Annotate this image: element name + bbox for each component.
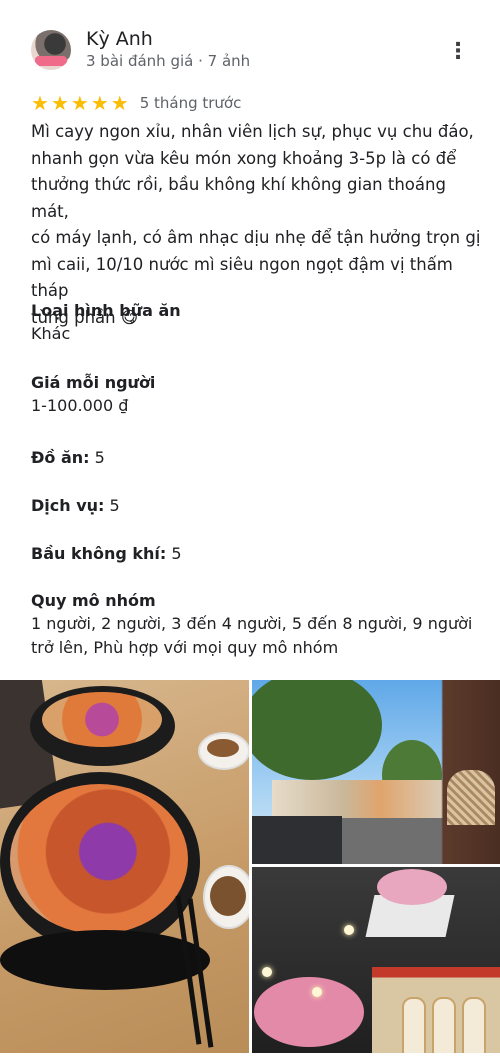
review-photos [0, 680, 500, 1053]
attribute-value: 5 [171, 544, 182, 563]
attribute-label: Đồ ăn: [31, 448, 90, 467]
review-text: Mì cayy ngon xỉu, nhân viên lịch sự, phụ… [31, 122, 481, 327]
photo-food[interactable] [0, 680, 249, 1053]
attribute-label: Quy mô nhóm [31, 591, 156, 610]
attribute-value: 5 [109, 496, 120, 515]
star-icon: ★ [31, 91, 49, 115]
more-options-button[interactable]: ⋮ [446, 40, 470, 64]
attribute-group-size: Quy mô nhóm 1 người, 2 người, 3 đến 4 ng… [31, 591, 481, 660]
attribute-value: 1 người, 2 người, 3 đến 4 người, 5 đến 8… [31, 614, 473, 657]
rating-row: ★ ★ ★ ★ ★ 5 tháng trước [31, 92, 241, 114]
attribute-value: 5 [94, 448, 105, 467]
attribute-value: Khác [31, 324, 71, 343]
star-icon: ★ [50, 91, 69, 115]
star-icon: ★ [110, 91, 129, 115]
attribute-value: 1-100.000 ₫ [31, 396, 129, 415]
attribute-atmosphere: Bầu không khí: 5 [31, 542, 481, 566]
more-vert-icon: ⋮ [447, 39, 469, 64]
star-icon: ★ [70, 91, 89, 115]
attribute-label: Dịch vụ: [31, 496, 105, 515]
review-date: 5 tháng trước [139, 94, 242, 112]
attribute-label: Loại hình bữa ăn [31, 301, 181, 320]
photo-interior[interactable] [252, 867, 500, 1053]
reviewer-meta: 3 bài đánh giá · 7 ảnh [86, 52, 251, 70]
avatar[interactable] [31, 30, 71, 70]
star-rating: ★ ★ ★ ★ ★ [31, 93, 129, 113]
photo-street-view[interactable] [252, 680, 500, 864]
star-icon: ★ [90, 91, 109, 115]
reviewer-name[interactable]: Kỳ Anh [86, 28, 153, 50]
attribute-label: Giá mỗi người [31, 373, 156, 392]
attribute-price: Giá mỗi người 1-100.000 ₫ [31, 373, 481, 418]
attribute-label: Bầu không khí: [31, 544, 167, 563]
review-header: Kỳ Anh 3 bài đánh giá · 7 ảnh ⋮ [0, 0, 500, 84]
attribute-meal-type: Loại hình bữa ăn Khác [31, 301, 481, 346]
attribute-food: Đồ ăn: 5 [31, 446, 481, 470]
attribute-service: Dịch vụ: 5 [31, 494, 481, 518]
